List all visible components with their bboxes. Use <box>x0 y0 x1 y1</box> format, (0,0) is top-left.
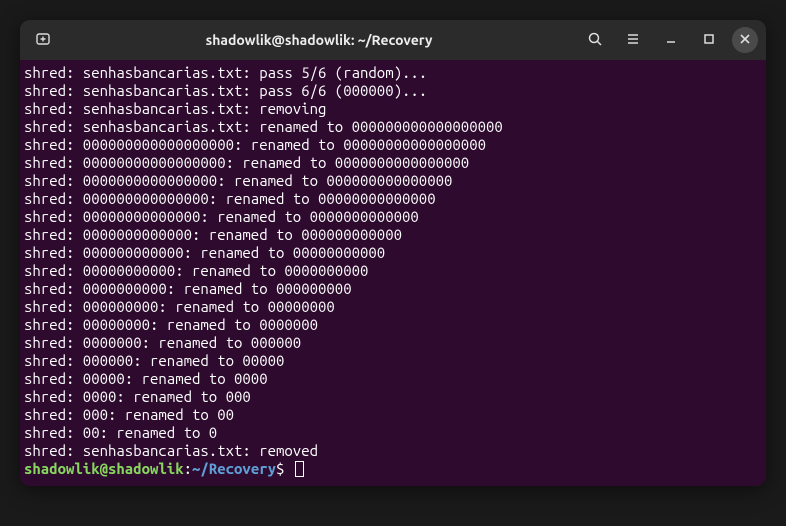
search-button[interactable] <box>580 26 610 54</box>
output-line: shred: 00: renamed to 0 <box>24 424 762 442</box>
hamburger-icon <box>625 31 641 50</box>
output-line: shred: 000000000000000: renamed to 00000… <box>24 190 762 208</box>
close-button[interactable] <box>732 27 758 53</box>
maximize-icon <box>701 31 717 50</box>
output-line: shred: 000000000000000000: renamed to 00… <box>24 136 762 154</box>
terminal-window: shadowlik@shadowlik: ~/Recovery <box>20 20 766 486</box>
output-line: shred: 00000: renamed to 0000 <box>24 370 762 388</box>
prompt-path: ~/Recovery <box>192 460 276 477</box>
output-line: shred: senhasbancarias.txt: removing <box>24 100 762 118</box>
output-line: shred: 00000000000000000: renamed to 000… <box>24 154 762 172</box>
output-line: shred: 0000: renamed to 000 <box>24 388 762 406</box>
maximize-button[interactable] <box>694 26 724 54</box>
titlebar: shadowlik@shadowlik: ~/Recovery <box>20 20 766 60</box>
output-line: shred: 0000000000000: renamed to 0000000… <box>24 226 762 244</box>
minimize-icon <box>663 31 679 50</box>
prompt-user-host: shadowlik@shadowlik <box>24 460 184 477</box>
output-line: shred: 00000000000000: renamed to 000000… <box>24 208 762 226</box>
terminal-output: shred: senhasbancarias.txt: pass 5/6 (ra… <box>24 64 762 460</box>
output-line: shred: senhasbancarias.txt: pass 5/6 (ra… <box>24 64 762 82</box>
output-line: shred: 0000000: renamed to 000000 <box>24 334 762 352</box>
output-line: shred: 000: renamed to 00 <box>24 406 762 424</box>
output-line: shred: 00000000: renamed to 0000000 <box>24 316 762 334</box>
prompt-line: shadowlik@shadowlik:~/Recovery$ <box>24 460 762 478</box>
minimize-button[interactable] <box>656 26 686 54</box>
output-line: shred: 00000000000: renamed to 000000000… <box>24 262 762 280</box>
output-line: shred: 0000000000: renamed to 000000000 <box>24 280 762 298</box>
new-tab-icon <box>35 31 51 50</box>
output-line: shred: senhasbancarias.txt: removed <box>24 442 762 460</box>
prompt-dollar: $ <box>276 460 284 477</box>
cursor <box>295 461 304 477</box>
window-title: shadowlik@shadowlik: ~/Recovery <box>62 32 576 48</box>
new-tab-button[interactable] <box>28 26 58 54</box>
menu-button[interactable] <box>618 26 648 54</box>
terminal-body[interactable]: shred: senhasbancarias.txt: pass 5/6 (ra… <box>20 60 766 486</box>
output-line: shred: senhasbancarias.txt: renamed to 0… <box>24 118 762 136</box>
output-line: shred: senhasbancarias.txt: pass 6/6 (00… <box>24 82 762 100</box>
search-icon <box>587 31 603 50</box>
output-line: shred: 000000000: renamed to 00000000 <box>24 298 762 316</box>
output-line: shred: 000000000000: renamed to 00000000… <box>24 244 762 262</box>
close-icon <box>737 31 753 50</box>
output-line: shred: 0000000000000000: renamed to 0000… <box>24 172 762 190</box>
prompt-colon: : <box>184 460 192 477</box>
titlebar-controls <box>580 26 758 54</box>
output-line: shred: 000000: renamed to 00000 <box>24 352 762 370</box>
